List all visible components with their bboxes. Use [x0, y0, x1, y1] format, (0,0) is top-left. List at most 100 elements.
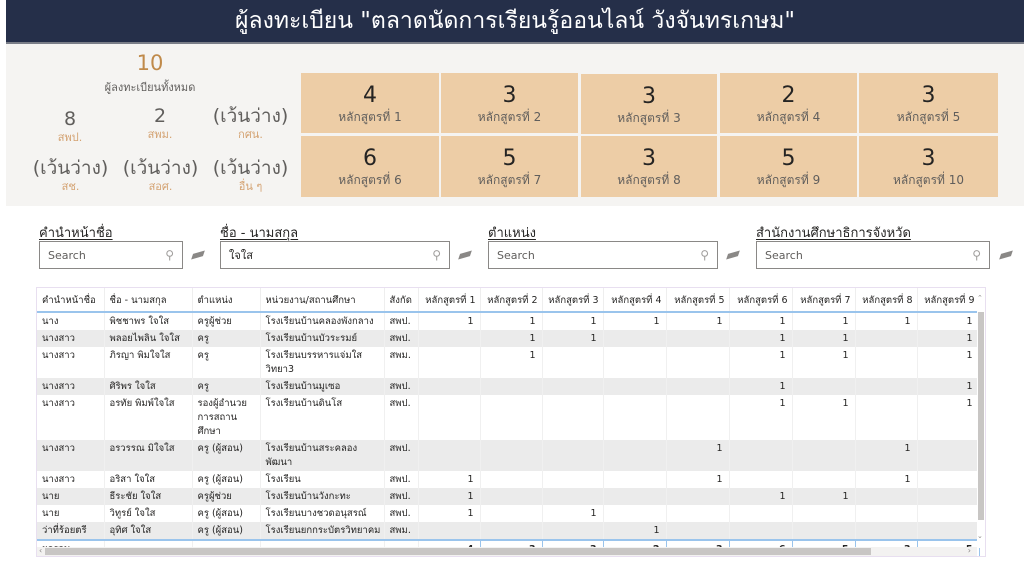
table-cell — [603, 488, 667, 505]
column-header[interactable]: หลักสูตรที่ 2 — [480, 288, 543, 313]
column-header[interactable]: หลักสูตรที่ 6 — [729, 288, 793, 313]
table-row[interactable]: นาง พิชชาพร ใจใส ครูผู้ช่วย โรงเรียนบ้านคลอ… — [37, 312, 980, 330]
column-header[interactable]: หลักสูตรที่ 9 — [917, 288, 980, 313]
table-cell: 1 — [917, 312, 980, 330]
search-icon[interactable]: ⚲ — [165, 248, 174, 262]
search-icon[interactable]: ⚲ — [700, 248, 709, 262]
table-row[interactable]: นางสาว ศิริพร ใจใส ครู โรงเรียนบ้านมูเซอ สพป… — [37, 378, 980, 395]
table-cell: ครู (ผู้สอน) — [192, 505, 261, 522]
table-cell: สพม. — [384, 522, 419, 540]
table-row[interactable]: นางสาว ภิรญา พิมใจใส ครู โรงเรียนบรรหารแจ่ม… — [37, 347, 980, 378]
table-cell: โรงเรียนบ้านมูเซอ — [260, 378, 385, 395]
search-icon[interactable]: ⚲ — [972, 248, 981, 262]
table-cell: 1 — [792, 330, 856, 347]
table-cell: พลอยไพลิน ใจใส — [104, 330, 193, 347]
column-header[interactable]: ชื่อ - นามสกุล — [104, 288, 193, 313]
table-cell: 1 — [603, 312, 667, 330]
column-header[interactable]: สังกัด — [384, 288, 419, 313]
search-icon[interactable]: ⚲ — [432, 248, 441, 262]
scroll-down-icon[interactable]: ⌄ — [977, 532, 983, 540]
search-input-position[interactable] — [489, 242, 691, 268]
scroll-left-icon[interactable]: ‹ — [39, 546, 42, 555]
table-cell: สพป. — [384, 395, 419, 440]
table-cell: 1 — [917, 347, 980, 378]
table-cell: ครู (ผู้สอน) — [192, 440, 261, 471]
table-cell: นาย — [37, 505, 105, 522]
page-title: ผู้ลงทะเบียน "ตลาดนัดการเรียนรู้ออนไลน์ … — [235, 8, 795, 34]
table-row[interactable]: ว่าที่ร้อยตรี อุทิศ ใจใส ครู (ผู้สอน) โรงเร… — [37, 522, 980, 540]
table-cell: สพป. — [384, 378, 419, 395]
search-input-prefix[interactable] — [40, 242, 156, 268]
search-input-name[interactable] — [221, 242, 423, 268]
filter-title-position: ตำแหน่ง — [488, 226, 536, 241]
table-cell: โรงเรียนยกกระบัตรวิทยาคม — [260, 522, 385, 540]
clear-filter-icon[interactable] — [726, 250, 740, 260]
table-cell: 1 — [855, 471, 918, 488]
course-count: 3 — [642, 146, 656, 171]
column-header[interactable]: หลักสูตรที่ 4 — [603, 288, 667, 313]
clear-filter-icon[interactable] — [999, 250, 1013, 260]
table-cell: โรงเรียนบ้านบัวระรมย์ — [260, 330, 385, 347]
column-header[interactable]: คำนำหน้าชื่อ — [37, 288, 105, 313]
table-cell — [917, 505, 980, 522]
scroll-right-icon[interactable]: › — [968, 546, 971, 555]
column-header[interactable]: หลักสูตรที่ 1 — [418, 288, 481, 313]
course-label: หลักสูตรที่ 10 — [892, 173, 965, 187]
table-cell: 1 — [729, 330, 793, 347]
table-cell — [603, 505, 667, 522]
table-cell: 1 — [480, 330, 543, 347]
column-header[interactable]: หลักสูตรที่ 5 — [666, 288, 730, 313]
kpi-total-value: 10 — [136, 51, 164, 75]
table-row[interactable]: นาย วิทูรย์ ใจใส ครู (ผู้สอน) โรงเรียนบางชว… — [37, 505, 980, 522]
table-cell — [542, 471, 604, 488]
search-input-office[interactable] — [757, 242, 963, 268]
vertical-scroll-thumb[interactable] — [978, 312, 984, 520]
table-row[interactable]: นางสาว พลอยไพลิน ใจใส ครู โรงเรียนบ้านบัวระ… — [37, 330, 980, 347]
filter-title-office: สำนักงานศึกษาธิการจังหวัด — [756, 226, 911, 241]
table-cell — [729, 471, 793, 488]
kpi-group: (เว้นว่าง) อื่น ๆ — [208, 157, 293, 195]
scroll-up-icon[interactable]: ⌃ — [977, 294, 983, 302]
table-cell: 1 — [480, 347, 543, 378]
column-header[interactable]: หลักสูตรที่ 3 — [542, 288, 604, 313]
horizontal-scrollbar[interactable]: ‹ › — [37, 546, 977, 556]
course-count: 4 — [363, 83, 377, 108]
kpi-group-label: กศน. — [238, 128, 263, 141]
table-row[interactable]: นางสาว อรทัย พิมพ์ใจใส รองผู้อำนวยการสถานศ… — [37, 395, 980, 440]
table-cell: 1 — [792, 395, 856, 440]
filter-position: ⚲ — [488, 241, 718, 269]
clear-filter-icon[interactable] — [191, 250, 205, 260]
horizontal-scroll-thumb[interactable] — [45, 548, 871, 555]
kpi-group-label: อื่น ๆ — [238, 180, 263, 193]
table-row[interactable]: นางสาว อริสา ใจใส ครู (ผู้สอน) โรงเรียน สพป.… — [37, 471, 980, 488]
column-header[interactable]: หน่วยงาน/สถานศึกษา — [260, 288, 385, 313]
kpi-total: 10 ผู้ลงทะเบียนทั้งหมด — [95, 52, 205, 96]
column-header[interactable]: หลักสูตรที่ 8 — [855, 288, 918, 313]
table-cell — [480, 440, 543, 471]
column-header[interactable]: หลักสูตรที่ 7 — [792, 288, 856, 313]
table-cell — [666, 330, 730, 347]
column-header[interactable]: ตำแหน่ง — [192, 288, 261, 313]
course-count: 3 — [921, 83, 936, 108]
table-cell: สพป. — [384, 505, 419, 522]
table-cell: สพป. — [384, 312, 419, 330]
table-cell — [603, 471, 667, 488]
table-cell: 1 — [542, 312, 604, 330]
table-cell: พิชชาพร ใจใส — [104, 312, 193, 330]
vertical-scrollbar[interactable]: ⌃ ⌄ — [977, 288, 985, 548]
table-cell: 1 — [729, 378, 793, 395]
table-cell — [666, 347, 730, 378]
course-card: 3 หลักสูตรที่ 3 — [581, 74, 717, 134]
table-cell: โรงเรียนบางชวดอนุสรณ์ — [260, 505, 385, 522]
table-cell: 1 — [418, 488, 481, 505]
course-card: 6 หลักสูตรที่ 6 — [301, 136, 439, 197]
table-cell: อริสา ใจใส — [104, 471, 193, 488]
table-cell: 1 — [792, 488, 856, 505]
table-cell: วิทูรย์ ใจใส — [104, 505, 193, 522]
course-count: 5 — [781, 146, 796, 171]
table-row[interactable]: นาย ธีระชัย ใจใส ครูผู้ช่วย โรงเรียนบ้านวัง… — [37, 488, 980, 505]
table-row[interactable]: นางสาว อรวรรณ มิใจใส ครู (ผู้สอน) โรงเรียนบ… — [37, 440, 980, 471]
clear-filter-icon[interactable] — [458, 250, 472, 260]
table-cell: ครูผู้ช่วย — [192, 488, 261, 505]
table-cell — [855, 488, 918, 505]
